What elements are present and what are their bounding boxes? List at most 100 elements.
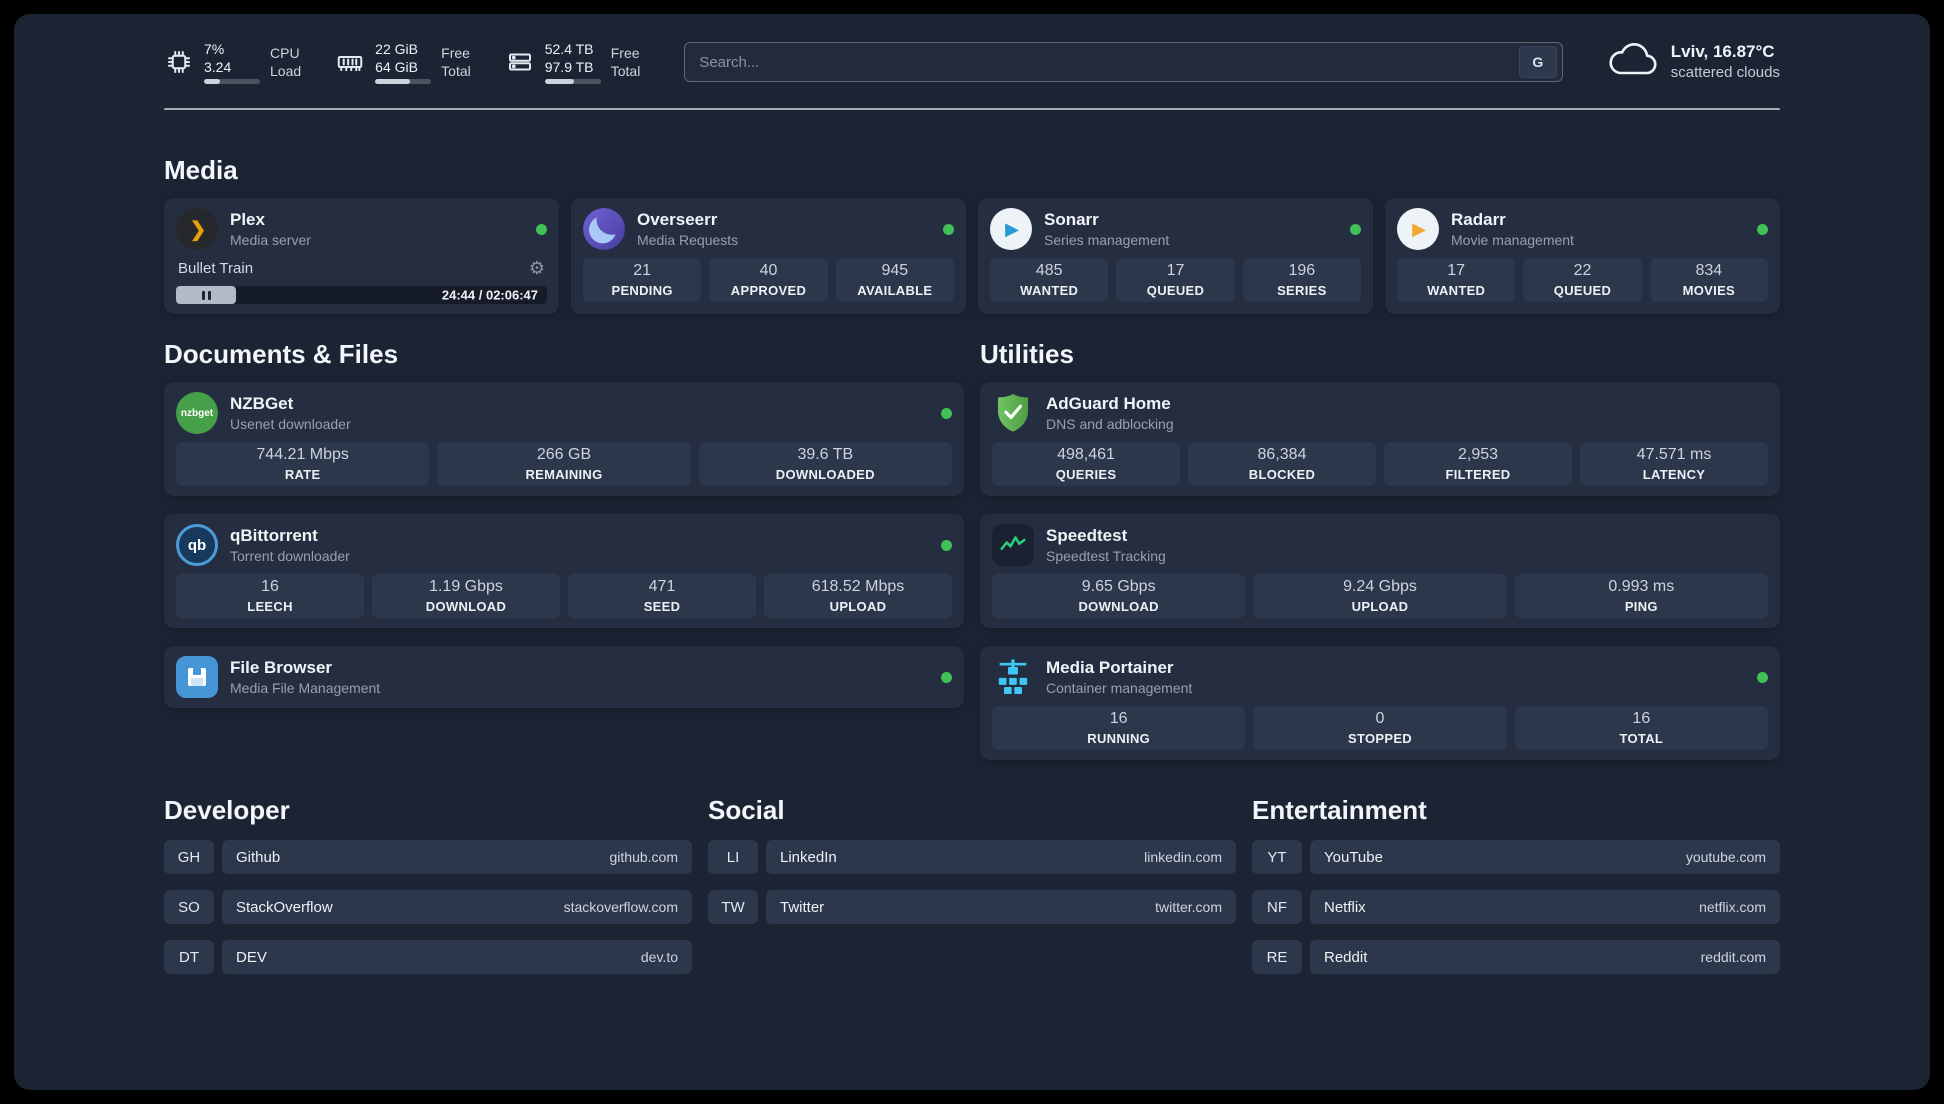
stats: 485 WANTED 17 QUEUED 196 SERIES [990, 258, 1361, 302]
stats: 21 PENDING 40 APPROVED 945 AVAILABLE [583, 258, 954, 302]
bookmark-link-stackoverflow[interactable]: StackOverflow stackoverflow.com [222, 890, 692, 924]
stat-value: 17 [1166, 262, 1185, 279]
app-card-speedtest[interactable]: Speedtest Speedtest Tracking 9.65 Gbps D… [980, 514, 1780, 628]
bookmark-link-netflix[interactable]: Netflix netflix.com [1310, 890, 1780, 924]
app-card-sonarr[interactable]: ▶ Sonarr Series management 485 WANTED 17… [978, 198, 1373, 314]
app-card-portainer[interactable]: Media Portainer Container management 16 … [980, 646, 1780, 760]
stat-tile: 834 MOVIES [1649, 258, 1768, 302]
playback-progress-bar[interactable]: 24:44 / 02:06:47 [176, 286, 547, 304]
bookmark-url: netflix.com [1699, 899, 1766, 915]
bookmark-abbr-badge[interactable]: NF [1252, 890, 1302, 924]
bookmark-url: youtube.com [1685, 849, 1766, 865]
stat-label: DOWNLOAD [425, 599, 507, 614]
bookmark-url: twitter.com [1155, 899, 1222, 915]
stat-value: 945 [881, 262, 909, 279]
bookmark-link-reddit[interactable]: Reddit reddit.com [1310, 940, 1780, 974]
bookmark-url: stackoverflow.com [563, 899, 678, 915]
app-title: Radarr Movie management [1451, 209, 1574, 249]
bookmark-name: Github [236, 848, 281, 866]
stat-value: 21 [633, 262, 652, 279]
bookmark-row: NF Netflix netflix.com [1252, 890, 1780, 924]
stat-value: 22 [1573, 262, 1592, 279]
stat-tile: 47.571 ms LATENCY [1580, 442, 1768, 486]
app-card-nzbget[interactable]: nzbget NZBGet Usenet downloader 744.21 M… [164, 382, 964, 496]
stat-tile: 498,461 QUERIES [992, 442, 1180, 486]
stat-value: 86,384 [1257, 446, 1307, 463]
card-header: Speedtest Speedtest Tracking [992, 524, 1768, 566]
section-title-social: Social [708, 795, 785, 825]
disk-total-label: Total [610, 63, 641, 79]
weather-condition: scattered clouds [1670, 64, 1780, 81]
bookmark-link-linkedin[interactable]: LinkedIn linkedin.com [766, 840, 1236, 874]
utilities-column: Utilities AdGuard Home DNS and adblockin… [980, 338, 1780, 760]
gear-icon[interactable]: ⚙ [529, 258, 545, 279]
app-name: Speedtest [1046, 526, 1128, 545]
stats: 9.65 Gbps DOWNLOAD 9.24 Gbps UPLOAD 0.99… [992, 574, 1768, 618]
ram-total-label: Total [441, 63, 471, 79]
bookmark-link-dev[interactable]: DEV dev.to [222, 940, 692, 974]
app-card-adguard[interactable]: AdGuard Home DNS and adblocking 498,461 … [980, 382, 1780, 496]
ram-free-label: Free [441, 45, 470, 61]
bookmark-abbr-badge[interactable]: TW [708, 890, 758, 924]
stat-label: UPLOAD [1351, 599, 1409, 614]
app-title: Speedtest Speedtest Tracking [1046, 525, 1166, 565]
bookmark-abbr-badge[interactable]: GH [164, 840, 214, 874]
now-playing-title: Bullet Train [178, 260, 254, 277]
filebrowser-icon [176, 656, 218, 698]
bookmark-link-youtube[interactable]: YouTube youtube.com [1310, 840, 1780, 874]
bookmark-row: RE Reddit reddit.com [1252, 940, 1780, 974]
stat-label: LEECH [247, 599, 293, 614]
stat-tile: 16 LEECH [176, 574, 364, 618]
bookmark-link-twitter[interactable]: Twitter twitter.com [766, 890, 1236, 924]
app-card-filebrowser[interactable]: File Browser Media File Management [164, 646, 964, 708]
stat-value: 39.6 TB [797, 446, 854, 463]
disk-values: 52.4 TB 97.9 TB [544, 40, 601, 84]
app-title: File Browser Media File Management [230, 657, 380, 697]
stat-label: RUNNING [1087, 731, 1151, 746]
disk-total-value: 97.9 TB [544, 59, 594, 75]
stat-value: 0.993 ms [1608, 578, 1675, 595]
disk-free-label: Free [610, 45, 640, 61]
stat-label: APPROVED [730, 283, 807, 298]
stat-label: AVAILABLE [857, 283, 933, 298]
search-bar[interactable]: G [684, 42, 1563, 82]
card-header: File Browser Media File Management [176, 656, 952, 698]
bookmark-abbr-badge[interactable]: RE [1252, 940, 1302, 974]
cpu-label: CPU [270, 45, 300, 61]
bookmark-abbr-badge[interactable]: YT [1252, 840, 1302, 874]
status-dot-online [941, 407, 952, 419]
app-name: Radarr [1451, 210, 1506, 229]
stat-value: 0 [1375, 710, 1385, 727]
stat-tile: 266 GB REMAINING [437, 442, 691, 486]
stat-value: 266 GB [536, 446, 592, 463]
stat-tile: 1.19 Gbps DOWNLOAD [372, 574, 560, 618]
app-card-plex[interactable]: ❯ Plex Media server Bullet Train ⚙ 24:44… [164, 198, 559, 314]
card-header: Overseerr Media Requests [583, 208, 954, 250]
bookmark-row: LI LinkedIn linkedin.com [708, 840, 1236, 874]
card-header: ▶ Radarr Movie management [1397, 208, 1768, 250]
stat-tile: 40 APPROVED [709, 258, 828, 302]
app-title: AdGuard Home DNS and adblocking [1046, 393, 1174, 433]
status-dot-online [941, 539, 952, 551]
app-card-radarr[interactable]: ▶ Radarr Movie management 17 WANTED 22 Q… [1385, 198, 1780, 314]
search-input[interactable] [699, 53, 1519, 71]
app-name: Plex [230, 210, 265, 229]
stat-value: 17 [1447, 262, 1466, 279]
cpu-chip-icon [164, 47, 194, 77]
stat-label: SERIES [1277, 283, 1327, 298]
bookmark-abbr-badge[interactable]: LI [708, 840, 758, 874]
stat-tile: 17 WANTED [1397, 258, 1516, 302]
bookmark-abbr-badge[interactable]: SO [164, 890, 214, 924]
app-card-overseerr[interactable]: Overseerr Media Requests 21 PENDING 40 A… [571, 198, 966, 314]
topbar-divider [164, 108, 1780, 110]
app-card-qbittorrent[interactable]: qb qBittorrent Torrent downloader 16 LEE… [164, 514, 964, 628]
bookmark-abbr-badge[interactable]: DT [164, 940, 214, 974]
pause-icon[interactable] [176, 286, 236, 304]
bookmark-link-github[interactable]: Github github.com [222, 840, 692, 874]
stat-value: 9.65 Gbps [1081, 578, 1156, 595]
app-name: Overseerr [637, 210, 718, 229]
stat-label: LATENCY [1642, 467, 1706, 482]
dashboard-window: 7% 3.24 CPU Load 22 GiB 64 GiB Free Tota… [14, 14, 1930, 1090]
search-engine-badge[interactable]: G [1518, 46, 1557, 78]
stat-value: 485 [1035, 262, 1063, 279]
